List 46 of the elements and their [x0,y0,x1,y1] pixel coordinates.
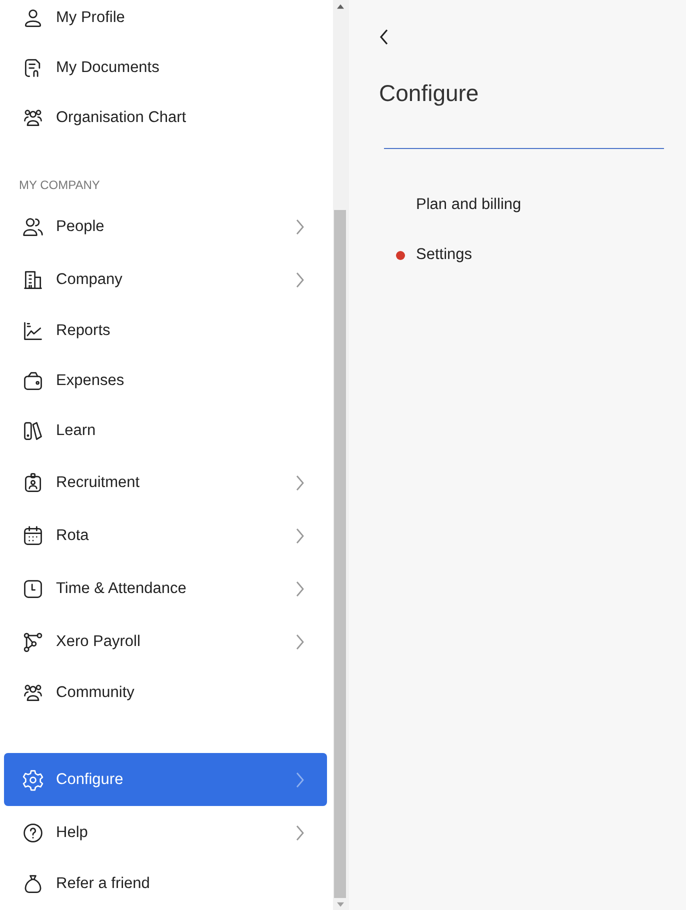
menu-item[interactable]: Expenses [4,356,327,406]
nodes-icon [22,630,44,652]
menu-item[interactable]: Reports [4,306,327,356]
menu-item[interactable]: Rota [4,509,327,562]
wallet-icon [22,370,44,392]
menu-item[interactable]: Time & Attendance [4,562,327,615]
people-icon [22,216,44,238]
person-icon [22,7,44,29]
badge-icon [22,472,44,494]
chevron-right-icon [295,526,305,544]
calendar-icon [22,524,44,546]
menu-item[interactable]: Community [4,668,327,718]
submenu-link[interactable]: Settings [379,230,664,280]
chevron-right-icon [295,824,305,842]
menu-item[interactable]: My Profile [4,0,327,43]
chart-icon [22,320,44,342]
settings-icon [22,768,44,790]
chevron-right-icon [295,770,305,788]
menu-item[interactable]: Recruitment [4,456,327,509]
menu-item[interactable]: Refer a friend [4,859,327,909]
scrollbar[interactable] [333,0,349,910]
people-group-icon [22,682,44,704]
menu-item[interactable]: My Documents [4,43,327,93]
scrollbar-thumb[interactable] [334,210,346,898]
menu-item[interactable]: People [4,200,327,253]
people-group-icon [22,107,44,129]
panel-title: Configure [379,79,480,108]
menu-item[interactable]: Xero Payroll [4,615,327,668]
money-bag-icon [22,873,44,895]
chevron-right-icon [295,632,305,650]
menu-item[interactable]: Learn [4,406,327,456]
building-icon [22,268,44,290]
clock-icon [22,578,44,600]
chevron-right-icon [295,218,305,236]
books-icon [22,420,44,442]
menu-item[interactable]: Organisation Chart [4,93,327,143]
section-heading: MY COMPANY [18,177,101,194]
menu-item[interactable]: Configure [4,753,327,806]
chevron-right-icon [295,270,305,288]
chevron-right-icon [295,580,305,598]
menu-item[interactable]: Company [4,253,327,306]
help-icon [22,822,44,844]
chevron-right-icon [295,474,305,492]
submenu-link[interactable]: Plan and billing [379,180,664,230]
scroll-up-icon[interactable] [337,4,344,9]
menu-item[interactable]: Help [4,806,327,859]
